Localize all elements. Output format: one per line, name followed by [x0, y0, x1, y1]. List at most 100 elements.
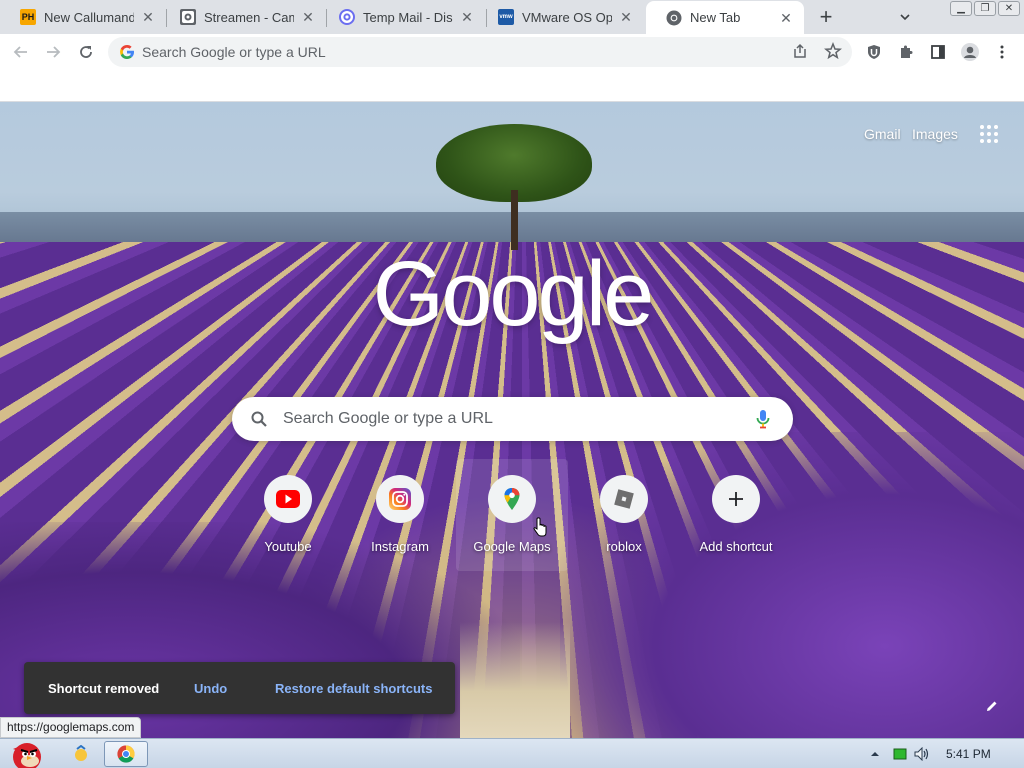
close-icon[interactable]: ✕ [459, 9, 475, 25]
more-vert-icon [1000, 45, 1004, 59]
shortcut-icon-circle [712, 475, 760, 523]
start-button[interactable] [2, 741, 50, 768]
tab-title: Temp Mail - Disp [363, 9, 453, 25]
angry-bird-icon [13, 743, 41, 768]
chevron-up-icon [871, 752, 879, 756]
address-bar-placeholder: Search Google or type a URL [142, 44, 326, 60]
chevron-down-icon [900, 14, 910, 21]
extensions-button[interactable] [894, 40, 918, 64]
ntp-search-box[interactable]: Search Google or type a URL [232, 397, 793, 441]
bookmark-star-icon[interactable] [824, 41, 842, 65]
google-logo: Google [372, 243, 655, 345]
shortcut-tile-google-maps[interactable]: Google Maps [456, 459, 568, 571]
hand-cursor-icon [533, 517, 547, 537]
reload-button[interactable] [74, 40, 98, 64]
file-explorer-icon [75, 745, 87, 761]
speaker-icon [914, 746, 929, 762]
shortcut-icon-circle [488, 475, 536, 523]
google-g-icon [120, 45, 134, 59]
share-icon[interactable] [792, 43, 808, 64]
restore-default-shortcuts-button[interactable]: Restore default shortcuts [275, 681, 432, 696]
tab-vmware[interactable]: vmw VMware OS Opt ✕ [478, 0, 644, 34]
ph-icon: PH [20, 9, 36, 25]
show-hidden-icons-button[interactable] [870, 747, 880, 765]
explorer-taskbar-button[interactable] [68, 741, 94, 767]
close-icon[interactable]: ✕ [778, 10, 794, 26]
profile-button[interactable] [958, 40, 982, 64]
close-icon[interactable]: ✕ [618, 9, 634, 25]
plus-icon [729, 492, 743, 506]
images-link[interactable]: Images [912, 126, 958, 142]
youtube-icon [276, 490, 300, 508]
side-panel-icon [931, 45, 945, 59]
shortcut-label: Instagram [371, 539, 429, 554]
pencil-icon [987, 701, 997, 711]
close-window-button[interactable]: ✕ [998, 1, 1020, 16]
avatar-icon [961, 43, 979, 61]
tab-strip: PH New Callumandt ✕ Streamen - Cam ✕ Tem… [0, 0, 1024, 34]
customize-chrome-button[interactable] [980, 694, 1004, 718]
tab-new-tab[interactable]: New Tab ✕ [646, 1, 804, 34]
network-tray-icon[interactable] [893, 747, 907, 765]
os-taskbar: 5:41 PM [0, 738, 1024, 768]
side-panel-button[interactable] [926, 40, 950, 64]
arrow-right-icon [47, 46, 61, 58]
toast-message: Shortcut removed [48, 681, 160, 696]
google-apps-icon[interactable] [980, 125, 1000, 145]
browser-toolbar: Search Google or type a URL [0, 34, 1024, 70]
bookmark-bar [0, 70, 1024, 102]
new-tab-button[interactable]: + [812, 4, 840, 32]
minimize-button[interactable]: ▁ [950, 1, 972, 16]
ublock-extension-button[interactable] [862, 40, 886, 64]
forward-button[interactable] [41, 40, 65, 64]
network-icon [893, 748, 907, 760]
shortcuts-grid: Youtube Instagram Google Maps roblox Add… [232, 459, 792, 571]
tab-title: New Callumandt [44, 9, 134, 25]
shortcut-tile-roblox[interactable]: roblox [568, 459, 680, 571]
puzzle-icon [901, 45, 913, 58]
shortcut-label: Google Maps [473, 539, 551, 554]
tab-temp-mail[interactable]: Temp Mail - Disp ✕ [319, 0, 485, 34]
shortcut-tile-instagram[interactable]: Instagram [344, 459, 456, 571]
restore-button[interactable]: ❐ [974, 1, 996, 16]
close-icon: ✕ [1004, 3, 1014, 14]
restore-icon: ❐ [980, 3, 990, 14]
tab-streamen[interactable]: Streamen - Cam ✕ [160, 0, 326, 34]
background-path [460, 622, 570, 738]
shortcut-icon-circle [376, 475, 424, 523]
gmail-link[interactable]: Gmail [864, 126, 901, 142]
menu-button[interactable] [990, 40, 1014, 64]
add-shortcut-button[interactable]: Add shortcut [680, 459, 792, 571]
shortcut-label: Youtube [264, 539, 312, 554]
microphone-icon[interactable] [756, 409, 770, 434]
volume-tray-icon[interactable] [914, 746, 930, 766]
shortcut-label: Add shortcut [699, 539, 773, 554]
back-button[interactable] [9, 40, 33, 64]
link-status-bubble: https://googlemaps.com [0, 717, 142, 738]
close-icon[interactable]: ✕ [140, 9, 156, 25]
arrow-left-icon [13, 46, 27, 58]
chrome-icon [117, 745, 135, 763]
undo-button[interactable]: Undo [194, 681, 227, 696]
new-tab-page: Gmail Images Google Search Google or typ… [0, 102, 1024, 738]
shortcut-tile-youtube[interactable]: Youtube [232, 459, 344, 571]
shortcut-icon-circle [600, 475, 648, 523]
search-icon [250, 410, 268, 433]
shortcut-removed-toast: Shortcut removed Undo Restore default sh… [24, 662, 455, 714]
search-placeholder: Search Google or type a URL [283, 410, 493, 427]
chrome-taskbar-button[interactable] [104, 741, 148, 767]
tab-title: New Tab [690, 10, 741, 25]
shield-icon [868, 45, 880, 59]
minimize-icon: ▁ [957, 3, 965, 14]
address-bar[interactable]: Search Google or type a URL [108, 37, 852, 67]
close-icon[interactable]: ✕ [300, 9, 316, 25]
chrome-icon [666, 10, 682, 26]
camera-icon [180, 9, 196, 25]
tab-title: VMware OS Opt [522, 9, 612, 25]
shortcut-label: roblox [606, 539, 642, 554]
window-controls: ▁ ❐ ✕ [950, 1, 1020, 16]
tab-new-callumandt[interactable]: PH New Callumandt ✕ [0, 0, 166, 34]
background-tree-trunk [511, 190, 518, 250]
tab-search-button[interactable] [893, 6, 917, 28]
taskbar-clock[interactable]: 5:41 PM [946, 747, 991, 761]
